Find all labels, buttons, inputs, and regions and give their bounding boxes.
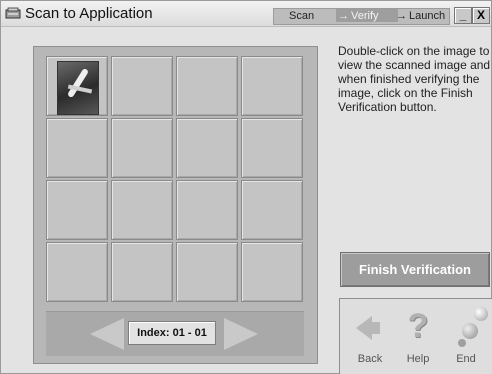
- minimize-button[interactable]: _: [454, 7, 472, 24]
- thumbnail-cell[interactable]: [111, 118, 173, 178]
- help-button[interactable]: ? Help: [396, 304, 440, 368]
- finish-verification-button[interactable]: Finish Verification: [340, 252, 490, 287]
- thumbnail-cell[interactable]: [46, 56, 108, 116]
- thumbnail-panel: Index: 01 - 01: [33, 46, 318, 364]
- bottom-toolbar: Back ? Help End: [339, 298, 492, 374]
- end-spheres-icon: [458, 307, 488, 347]
- help-label: Help: [406, 353, 430, 365]
- thumbnail-cell[interactable]: [176, 56, 238, 116]
- thumbnail-cell[interactable]: [111, 242, 173, 302]
- app-window: Scan to Application Scan → Verify → Launch…: [0, 0, 492, 374]
- step-arrow-icon: →: [396, 10, 407, 22]
- step-verify: → Verify: [336, 9, 398, 22]
- window-title: Scan to Application: [25, 5, 153, 22]
- end-button[interactable]: End: [444, 304, 488, 368]
- close-button[interactable]: X: [472, 7, 490, 24]
- thumbnail-cell[interactable]: [241, 180, 303, 240]
- instructions-text: Double-click on the image to view the sc…: [338, 44, 491, 114]
- thumbnail-cell[interactable]: [176, 242, 238, 302]
- back-arrow-tail: [368, 322, 380, 334]
- step-launch-label: Launch: [409, 10, 446, 22]
- index-display: Index: 01 - 01: [128, 321, 216, 345]
- thumbnail-cell[interactable]: [241, 56, 303, 116]
- title-bar: Scan to Application Scan → Verify → Launch…: [1, 1, 491, 27]
- thumbnail-cell[interactable]: [46, 242, 108, 302]
- step-verify-label: Verify: [351, 10, 379, 22]
- right-arrow-icon[interactable]: [224, 318, 258, 350]
- thumbnail-cell[interactable]: [111, 180, 173, 240]
- thumbnail-cell[interactable]: [46, 180, 108, 240]
- step-launch: → Launch: [396, 10, 445, 22]
- back-label: Back: [357, 353, 383, 365]
- page-navigation: Index: 01 - 01: [46, 311, 304, 356]
- step-arrow-icon: →: [338, 10, 349, 22]
- end-label: End: [456, 353, 476, 365]
- thumbnail-cell[interactable]: [176, 118, 238, 178]
- thumbnail-cell[interactable]: [46, 118, 108, 178]
- step-scan: Scan: [289, 10, 315, 22]
- thumbnail-cell[interactable]: [241, 242, 303, 302]
- help-question-icon: ?: [407, 307, 429, 345]
- thumbnail-cell[interactable]: [111, 56, 173, 116]
- thumbnail-cell[interactable]: [176, 180, 238, 240]
- left-arrow-icon[interactable]: [90, 318, 124, 350]
- scanned-image-thumbnail[interactable]: [57, 61, 99, 115]
- thumbnail-grid: [46, 56, 304, 306]
- back-button[interactable]: Back: [348, 304, 392, 368]
- thumbnail-cell[interactable]: [241, 118, 303, 178]
- step-indicator: Scan → Verify → Launch: [273, 8, 450, 25]
- scanner-icon: [5, 7, 21, 19]
